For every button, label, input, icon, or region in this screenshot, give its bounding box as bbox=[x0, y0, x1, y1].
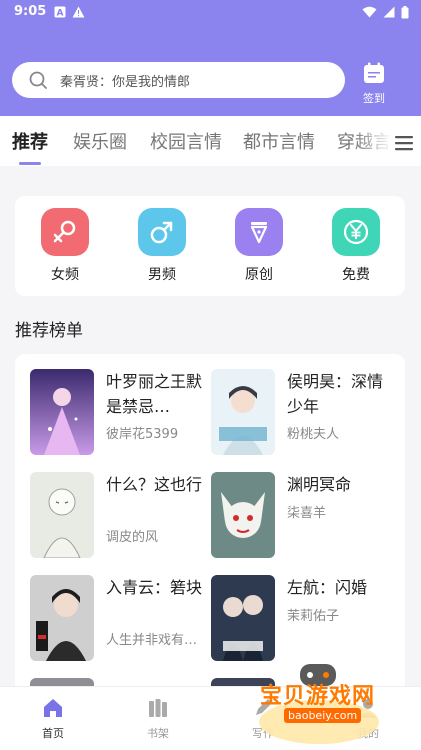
category-card: 女频 男频 原创 免费 bbox=[15, 196, 405, 296]
watermark: 宝贝游戏网 baobeiy.com bbox=[244, 660, 394, 748]
watermark-site: 宝贝游戏网 bbox=[260, 684, 376, 709]
nav-bookshelf[interactable]: 书架 bbox=[128, 697, 188, 741]
category-original[interactable]: 原创 bbox=[229, 208, 289, 284]
book-item[interactable]: 左航：闪婚 茉莉佑子 bbox=[211, 575, 391, 665]
tab-urban-romance[interactable]: 都市言情 bbox=[243, 128, 315, 154]
book-item[interactable]: 什么？这也行 调皮的风 bbox=[30, 472, 210, 562]
book-cover bbox=[30, 575, 94, 661]
search-icon bbox=[29, 71, 47, 89]
category-label: 免费 bbox=[342, 267, 370, 283]
book-cover bbox=[30, 472, 94, 558]
book-author: 柒喜羊 bbox=[287, 506, 327, 521]
category-female[interactable]: 女频 bbox=[35, 208, 95, 284]
category-label: 男频 bbox=[148, 267, 176, 283]
book-author: 彼岸花5399 bbox=[106, 427, 179, 442]
book-title: 侯明昊：深情少年 bbox=[287, 372, 383, 416]
sign-in-label: 签到 bbox=[363, 92, 385, 105]
wifi-icon bbox=[362, 6, 377, 18]
nav-label: 首页 bbox=[42, 727, 64, 740]
book-author: 调皮的风 bbox=[106, 530, 159, 545]
book-cover bbox=[30, 369, 94, 455]
book-title: 什么？这也行 bbox=[106, 475, 202, 494]
female-icon bbox=[41, 208, 89, 256]
book-author: 粉桃夫人 bbox=[287, 427, 340, 442]
section-title: 推荐榜单 bbox=[15, 321, 83, 341]
watermark-url: baobeiy.com bbox=[284, 708, 362, 723]
search-bar[interactable]: 秦胥贤：你是我的情郎 bbox=[12, 62, 345, 98]
book-item[interactable]: 侯明昊：深情少年 粉桃夫人 bbox=[211, 369, 391, 459]
battery-icon bbox=[401, 6, 409, 19]
category-label: 女频 bbox=[51, 267, 79, 283]
status-time: 9:05 bbox=[14, 4, 47, 19]
pen-nib-icon bbox=[235, 208, 283, 256]
search-placeholder: 秦胥贤：你是我的情郎 bbox=[60, 74, 191, 90]
home-icon bbox=[44, 699, 62, 717]
sign-in-button[interactable]: 签到 bbox=[358, 62, 390, 106]
category-free[interactable]: 免费 bbox=[326, 208, 386, 284]
book-cover bbox=[211, 472, 275, 558]
book-item[interactable]: 叶罗丽之王默是禁忌… 彼岸花5399 bbox=[30, 369, 210, 459]
notification-a-icon: A bbox=[54, 6, 66, 18]
book-author: 茉莉佑子 bbox=[287, 609, 340, 624]
nav-label: 书架 bbox=[147, 727, 169, 740]
calendar-icon bbox=[364, 62, 384, 83]
nav-home[interactable]: 首页 bbox=[23, 697, 83, 741]
book-cover bbox=[211, 369, 275, 455]
tab-indicator bbox=[19, 162, 41, 165]
tab-recommend[interactable]: 推荐 bbox=[12, 128, 48, 154]
book-title: 入青云：箬块 bbox=[106, 578, 202, 597]
bookshelf-icon bbox=[149, 699, 167, 717]
book-author: 人生并非戏有… bbox=[106, 633, 198, 648]
warning-icon bbox=[72, 6, 85, 18]
book-item[interactable]: 渊明冥命 柒喜羊 bbox=[211, 472, 391, 562]
book-cover bbox=[211, 575, 275, 661]
book-title: 叶罗丽之王默是禁忌… bbox=[106, 372, 202, 416]
status-bar: 9:05 A bbox=[0, 0, 421, 26]
category-label: 原创 bbox=[245, 267, 273, 283]
category-tabs: 推荐 娱乐圈 校园言情 都市言情 穿越言 bbox=[0, 116, 421, 166]
male-icon bbox=[138, 208, 186, 256]
category-male[interactable]: 男频 bbox=[132, 208, 192, 284]
header: 秦胥贤：你是我的情郎 签到 bbox=[0, 26, 421, 116]
book-item[interactable]: 入青云：箬块 人生并非戏有… bbox=[30, 575, 210, 665]
menu-icon[interactable] bbox=[393, 132, 415, 154]
tab-entertainment[interactable]: 娱乐圈 bbox=[73, 128, 127, 154]
tab-campus-romance[interactable]: 校园言情 bbox=[150, 128, 222, 154]
yen-icon bbox=[332, 208, 380, 256]
svg-text:A: A bbox=[57, 9, 64, 19]
signal-icon bbox=[383, 6, 395, 18]
